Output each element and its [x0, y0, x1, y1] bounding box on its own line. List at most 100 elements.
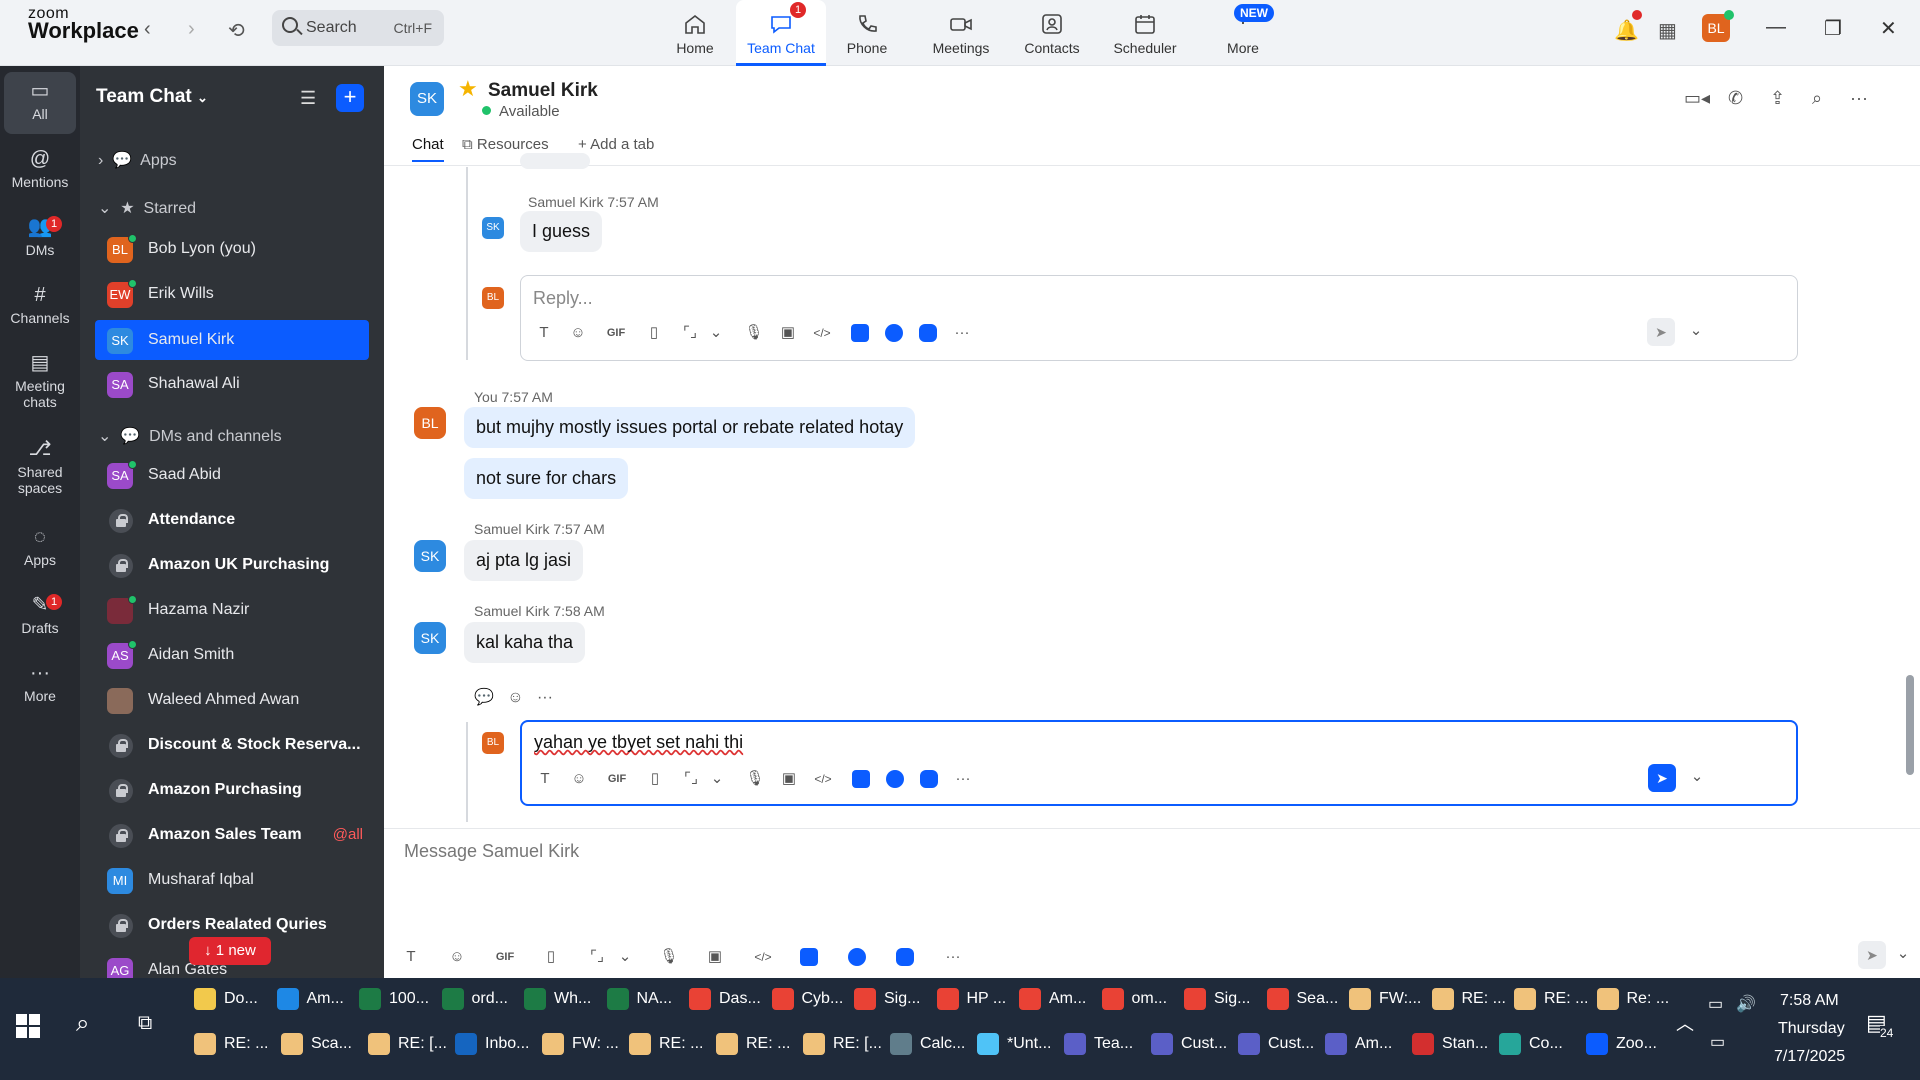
nav-team-chat[interactable]: 1 Team Chat: [736, 0, 826, 66]
rail-more[interactable]: ··· More: [4, 660, 76, 704]
sidebar-item-musharaf-iqbal[interactable]: MI Musharaf Iqbal: [95, 860, 369, 900]
section-dms-channels[interactable]: ⌄ 💬 DMs and channels: [98, 426, 282, 446]
gif-icon[interactable]: GIF: [492, 944, 518, 970]
chevron-down-icon[interactable]: ⌄: [1683, 318, 1709, 344]
chevron-down-icon[interactable]: ⌄: [704, 766, 730, 792]
sidebar-item-erik-wills[interactable]: EW Erik Wills: [95, 274, 369, 314]
bell-icon[interactable]: 🔔: [1614, 18, 1639, 43]
thread-reply-box[interactable]: Reply... T ☺ GIF ▯ ⌜⌟ ⌄ 🎙 ▣ </> ··· ➤ ⌄: [520, 275, 1798, 361]
contact-avatar[interactable]: SK: [410, 82, 444, 116]
nav-meetings[interactable]: Meetings: [916, 0, 1006, 64]
thread-reply-box-active[interactable]: yahan ye tbyet set nahi thi T ☺ GIF ▯ ⌜⌟…: [520, 720, 1798, 806]
file-icon[interactable]: ▯: [641, 320, 667, 346]
history-icon[interactable]: ⟲: [228, 18, 245, 43]
network-icon[interactable]: ▭: [1710, 1032, 1725, 1052]
file-icon[interactable]: ▯: [538, 944, 564, 970]
contact-name[interactable]: Samuel Kirk: [488, 80, 598, 102]
chevron-down-icon[interactable]: ⌄: [1890, 941, 1916, 967]
chevron-down-icon[interactable]: ⌄: [1684, 764, 1710, 790]
code-icon[interactable]: </>: [810, 766, 836, 792]
app-icon[interactable]: [915, 320, 941, 346]
phone-icon[interactable]: ✆: [1728, 88, 1743, 109]
nav-scheduler[interactable]: Scheduler: [1100, 0, 1190, 64]
scrollbar-thumb[interactable]: [1906, 675, 1914, 775]
rail-all[interactable]: ▭ All: [4, 72, 76, 134]
chevron-up-icon[interactable]: ︿: [1676, 1010, 1694, 1036]
app-icon[interactable]: [882, 766, 908, 792]
format-text-icon[interactable]: T: [532, 766, 558, 792]
audio-icon[interactable]: 🎙: [656, 944, 682, 970]
app-icon[interactable]: [881, 320, 907, 346]
minimize-icon[interactable]: —: [1766, 16, 1786, 39]
audio-icon[interactable]: 🎙: [742, 766, 768, 792]
sidebar-item-waleed-ahmed-awan[interactable]: Waleed Ahmed Awan: [95, 680, 369, 720]
emoji-icon[interactable]: ☺: [566, 766, 592, 792]
sidebar-item-attendance[interactable]: Attendance: [95, 500, 369, 540]
code-icon[interactable]: </>: [750, 944, 776, 970]
app-icon[interactable]: [847, 320, 873, 346]
new-chat-button[interactable]: +: [336, 84, 364, 112]
sidebar-item-amazon-uk-purchasing[interactable]: Amazon UK Purchasing: [95, 545, 369, 585]
clock-time[interactable]: 7:58 AM: [1780, 992, 1839, 1010]
filter-icon[interactable]: ☰: [300, 88, 316, 109]
close-icon[interactable]: ✕: [1880, 16, 1897, 41]
send-button[interactable]: ➤: [1648, 764, 1676, 792]
send-button[interactable]: ➤: [1647, 318, 1675, 346]
windows-start-icon[interactable]: [16, 1014, 40, 1038]
more-icon[interactable]: ···: [940, 944, 966, 970]
gif-icon[interactable]: GIF: [603, 320, 629, 346]
battery-icon[interactable]: ▭: [1708, 994, 1723, 1014]
send-button[interactable]: ➤: [1858, 941, 1886, 969]
sidebar-item-discount-stock[interactable]: Discount & Stock Reserva...: [95, 725, 369, 765]
add-reaction-icon[interactable]: ☺: [507, 689, 523, 706]
tab-add[interactable]: + Add a tab: [578, 136, 654, 153]
more-icon[interactable]: ···: [537, 689, 553, 706]
video-icon[interactable]: ▭◂: [1684, 88, 1710, 109]
screenshot-icon[interactable]: ⌜⌟: [678, 766, 704, 792]
gif-icon[interactable]: GIF: [604, 766, 630, 792]
search-icon[interactable]: ⌕: [76, 1010, 89, 1038]
rail-channels[interactable]: # Channels: [4, 282, 76, 326]
reply-input[interactable]: Reply...: [533, 288, 593, 309]
message-bubble[interactable]: but mujhy mostly issues portal or rebate…: [464, 407, 916, 448]
rail-mentions[interactable]: @ Mentions: [4, 146, 76, 190]
section-apps[interactable]: › 💬 Apps: [98, 150, 177, 170]
app-icon[interactable]: [796, 944, 822, 970]
message-bubble[interactable]: not sure for chars: [464, 458, 629, 499]
emoji-icon[interactable]: ☺: [444, 944, 470, 970]
emoji-icon[interactable]: ☺: [565, 320, 591, 346]
nav-more[interactable]: · NEW More: [1198, 0, 1288, 64]
search-icon[interactable]: ⌕: [1812, 88, 1822, 109]
video-clip-icon[interactable]: ▣: [775, 320, 801, 346]
screenshot-icon[interactable]: ⌜⌟: [584, 944, 610, 970]
section-starred[interactable]: ⌄ ★ Starred: [98, 198, 196, 218]
sidebar-item-amazon-sales-team[interactable]: Amazon Sales Team @all: [95, 815, 369, 855]
tab-chat[interactable]: Chat: [412, 136, 444, 162]
sidebar-item-shahawal-ali[interactable]: SA Shahawal Ali: [95, 364, 369, 404]
restore-icon[interactable]: ❐: [1824, 16, 1842, 41]
file-icon[interactable]: ▯: [642, 766, 668, 792]
nav-contacts[interactable]: Contacts: [1007, 0, 1097, 64]
message-bubble[interactable]: aj pta lg jasi: [464, 540, 584, 581]
sidebar-item-aidan-smith[interactable]: AS Aidan Smith: [95, 635, 369, 675]
back-icon[interactable]: ‹: [144, 18, 151, 41]
rail-shared-spaces[interactable]: ⎇ Shared spaces: [4, 436, 76, 496]
app-icon[interactable]: [892, 944, 918, 970]
sidebar-title[interactable]: Team Chat ⌄: [96, 86, 208, 108]
code-icon[interactable]: </>: [809, 320, 835, 346]
rail-dms[interactable]: 👥 1 DMs: [4, 214, 76, 258]
search-box[interactable]: Search Ctrl+F: [272, 10, 444, 46]
rail-meeting-chats[interactable]: ▤ Meeting chats: [4, 350, 76, 410]
rail-drafts[interactable]: ✎ 1 Drafts: [4, 592, 76, 636]
nav-phone[interactable]: Phone: [822, 0, 912, 64]
chevron-down-icon[interactable]: ⌄: [703, 320, 729, 346]
format-text-icon[interactable]: T: [531, 320, 557, 346]
tab-resources[interactable]: ⧉ Resources: [462, 136, 549, 153]
more-icon[interactable]: ···: [1850, 88, 1868, 109]
app-icon[interactable]: [848, 766, 874, 792]
star-icon[interactable]: ★: [458, 76, 478, 102]
reply-thread-icon[interactable]: 💬: [474, 689, 494, 706]
calendar-icon[interactable]: ▦: [1658, 18, 1677, 43]
video-clip-icon[interactable]: ▣: [702, 944, 728, 970]
sidebar-item-bob-lyon[interactable]: BL Bob Lyon (you): [95, 229, 369, 269]
